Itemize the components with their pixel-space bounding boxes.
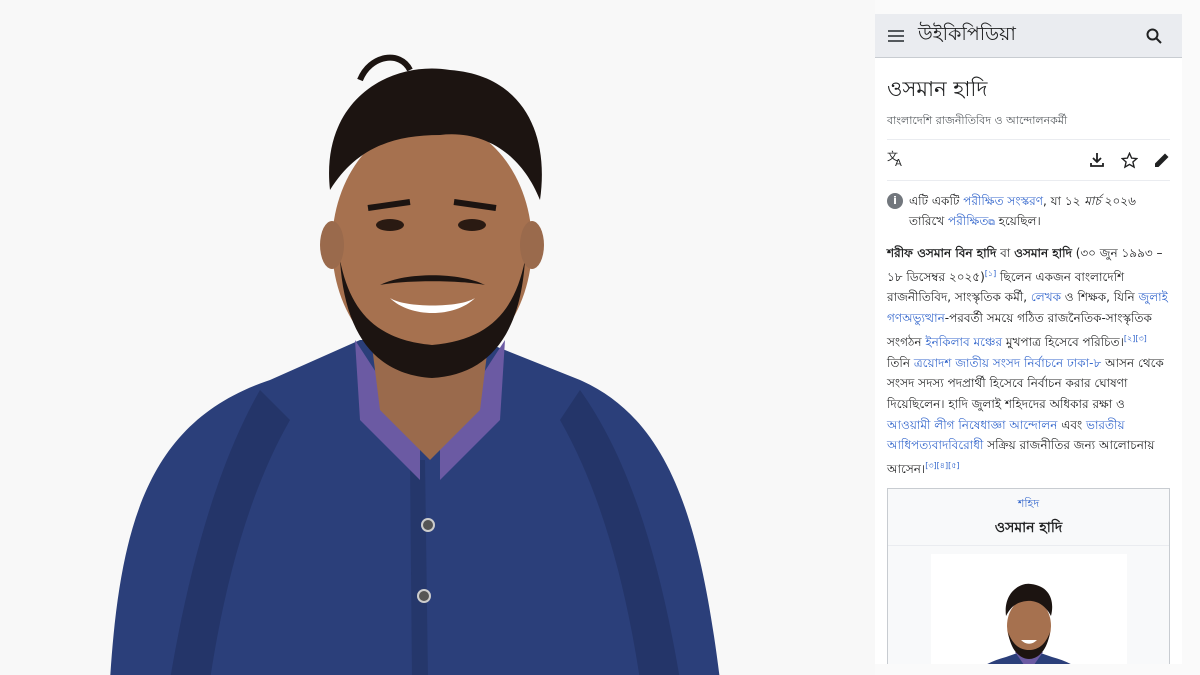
svg-text:A: A: [895, 158, 902, 167]
reviewed-link[interactable]: পরীক্ষিত: [948, 214, 988, 228]
inqilab-mancha-link[interactable]: ইনকিলাব মঞ্চের: [925, 335, 1002, 349]
divider: [887, 139, 1170, 140]
flagged-revision-notice: i এটি একটি পরীক্ষিত সংস্করণ, যা ১২ মার্চ…: [887, 191, 1170, 233]
citation-ref[interactable]: [২][৩]: [1124, 334, 1147, 343]
infobox-above[interactable]: শহিদ: [888, 495, 1169, 514]
awami-league-ban-link[interactable]: আওয়ামী লীগ নিষেধাজ্ঞা আন্দোলন: [887, 418, 1057, 432]
text: ও শিক্ষক, যিনি: [1060, 290, 1139, 305]
info-icon: i: [887, 193, 903, 209]
dhaka-8-link[interactable]: ঢাকা-৮: [1067, 356, 1101, 370]
notice-text: ২০২৬: [1100, 194, 1136, 208]
infobox: শহিদ ওসমান হাদি: [887, 487, 1170, 664]
notice-text: , যা ১২: [1042, 194, 1085, 208]
pencil-icon[interactable]: [1154, 152, 1170, 168]
header-bar: উইকিপিডিয়া: [875, 14, 1182, 58]
divider: [887, 180, 1170, 181]
portrait-photo: [110, 54, 720, 675]
text: বা: [996, 246, 1015, 260]
page-title: ওসমান হাদি: [887, 77, 988, 101]
portrait-photo-area: [0, 0, 875, 675]
notice-text: তারিখে: [909, 214, 949, 228]
download-icon[interactable]: [1089, 152, 1105, 168]
hamburger-menu-icon[interactable]: [888, 27, 904, 45]
search-icon[interactable]: [1146, 28, 1162, 44]
reviewed-version-link[interactable]: পরীক্ষিত সংস্করণ: [963, 194, 1043, 208]
infobox-name: ওসমান হাদি: [994, 519, 1063, 536]
wikipedia-wordmark[interactable]: উইকিপিডিয়া: [918, 20, 1146, 52]
page-actions: 文 A: [887, 148, 1170, 172]
subject-full-name: শরীফ ওসমান বিন হাদি: [887, 246, 997, 260]
notice-month: মার্চ: [1084, 194, 1101, 208]
infobox-image[interactable]: [930, 553, 1127, 664]
citation-ref[interactable]: [৩][৪][৫]: [925, 461, 959, 470]
star-icon[interactable]: [1121, 151, 1138, 169]
language-icon[interactable]: 文 A: [887, 149, 905, 169]
subject-short-name: ওসমান হাদি: [1014, 246, 1072, 260]
notice-text: এটি একটি: [909, 194, 964, 208]
lead-paragraph: শরীফ ওসমান বিন হাদি বা ওসমান হাদি (৩০ জু…: [887, 243, 1170, 480]
infobox-portrait: [986, 583, 1071, 664]
notice-text: হয়েছিল।: [994, 214, 1041, 228]
wikipedia-mobile-page: উইকিপিডিয়া ওসমান হাদি বাংলাদেশি রাজনীতি…: [875, 14, 1182, 664]
text: মুখপাত্র হিসেবে পরিচিত।: [1002, 334, 1124, 349]
citation-ref[interactable]: [১]: [985, 269, 996, 278]
text: তিনি: [887, 355, 914, 370]
election-link[interactable]: ত্রয়োদশ জাতীয় সংসদ নির্বাচনে: [914, 356, 1063, 370]
text: এবং: [1057, 417, 1087, 432]
page-description: বাংলাদেশি রাজনীতিবিদ ও আন্দোলনকর্মী: [887, 114, 1068, 127]
writer-link[interactable]: লেখক: [1031, 290, 1061, 304]
